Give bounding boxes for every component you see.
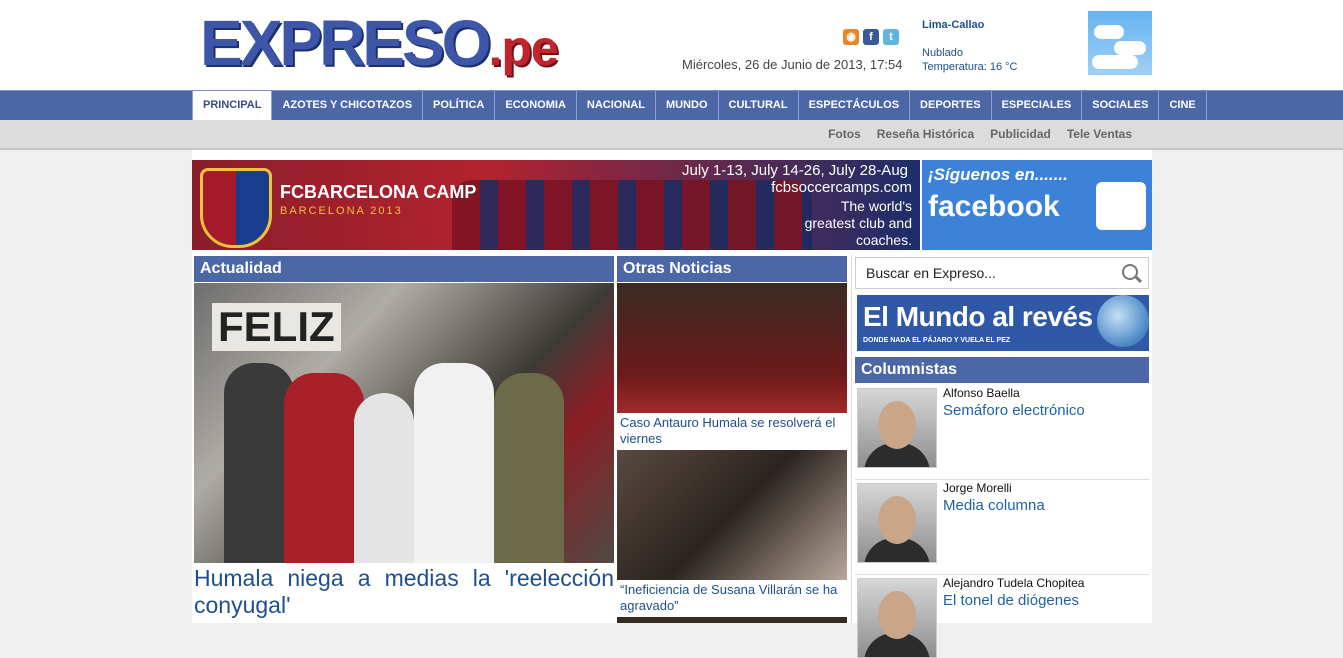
nav-item-sociales[interactable]: SOCIALES: [1081, 91, 1158, 120]
banner-subtitle: BARCELONA 2013: [280, 205, 403, 217]
nav-item-cultural[interactable]: CULTURAL: [717, 91, 798, 120]
players-image: [452, 180, 812, 250]
columnist-name: Jorge Morelli: [943, 481, 1012, 495]
fb-ad-line2: facebook: [928, 190, 1060, 223]
columnist-item[interactable]: Jorge Morelli Media columna: [855, 480, 1149, 575]
news-photo-villaran[interactable]: [617, 450, 847, 580]
weather-widget: Lima-Callao Nublado Temperatura: 16 °C: [922, 18, 1018, 74]
columnist-photo[interactable]: [857, 578, 937, 658]
weather-city[interactable]: Lima-Callao: [922, 18, 1018, 32]
facebook-follow-ad[interactable]: ¡Síguenos en....... facebook: [922, 160, 1152, 250]
sub-nav: Fotos Reseña Histórica Publicidad Tele V…: [0, 120, 1343, 150]
columnist-photo[interactable]: [857, 388, 937, 468]
mundo-subtitle: DONDE NADA EL PÁJARO Y VUELA EL PEZ: [863, 337, 1011, 344]
column-title-link[interactable]: Semáforo electrónico: [943, 402, 1085, 419]
banner-site: fcbsoccercamps.com: [771, 179, 912, 196]
otras-noticias-heading: Otras Noticias: [617, 256, 847, 282]
social-links: ◉ f t: [843, 29, 899, 45]
fb-ad-line1: ¡Síguenos en.......: [928, 165, 1068, 184]
columnist-name: Alejandro Tudela Chopitea: [943, 576, 1085, 590]
columnist-item[interactable]: Alejandro Tudela Chopitea El tonel de di…: [855, 575, 1149, 658]
column-title-link[interactable]: El tonel de diógenes: [943, 592, 1079, 609]
news-photo-antauro[interactable]: [617, 283, 847, 413]
nav-item-economia[interactable]: ECONOMIA: [494, 91, 576, 120]
nav-item-principal[interactable]: PRINCIPAL: [192, 91, 272, 120]
mundo-al-reves-banner[interactable]: El Mundo al revés DONDE NADA EL PÁJARO Y…: [857, 295, 1149, 351]
banner-brand: FCBARCELONA CAMP: [280, 182, 477, 202]
nav-item-espectaculos[interactable]: ESPECTÁCULOS: [797, 91, 909, 120]
news-caption-villaran[interactable]: “Ineficiencia de Susana Villarán se ha a…: [620, 582, 845, 614]
search-input[interactable]: [864, 264, 1108, 282]
actualidad-photo[interactable]: FELIZ: [194, 283, 614, 563]
main-nav: PRINCIPAL AZOTES Y CHICOTAZOS POLÍTICA E…: [0, 90, 1343, 120]
rss-icon[interactable]: ◉: [843, 29, 859, 45]
subnav-item-fotos[interactable]: Fotos: [828, 120, 861, 148]
banner-dates: July 1-13, July 14-26, July 28-Aug: [682, 162, 908, 179]
fcb-crest-icon: [200, 168, 272, 248]
columnist-name: Alfonso Baella: [943, 386, 1020, 400]
subnav-item-televentas[interactable]: Tele Ventas: [1067, 120, 1132, 148]
weather-temperature: Temperatura: 16 °C: [922, 61, 1018, 73]
search-icon[interactable]: [1122, 264, 1138, 280]
news-photo-next[interactable]: [617, 617, 847, 623]
news-caption-antauro[interactable]: Caso Antauro Humala se resolverá el vier…: [620, 415, 845, 447]
columnist-item[interactable]: Alfonso Baella Semáforo electrónico: [855, 385, 1149, 480]
mundo-title: El Mundo al revés: [863, 301, 1093, 332]
globe-icon: [1097, 295, 1149, 347]
thumbs-up-icon: [1096, 182, 1146, 230]
actualidad-heading: Actualidad: [194, 256, 614, 282]
nav-item-mundo[interactable]: MUNDO: [654, 91, 718, 120]
actualidad-headline[interactable]: Humala niega a medias la 'reelección con…: [194, 565, 614, 619]
fcb-camp-ad-banner[interactable]: FCBARCELONA CAMP BARCELONA 2013 July 1-1…: [192, 160, 920, 250]
columnistas-heading: Columnistas: [855, 357, 1149, 383]
site-header: EXPRESO.pe ◉ f t Miércoles, 26 de Junio …: [0, 0, 1343, 90]
nav-item-especiales[interactable]: ESPECIALES: [990, 91, 1082, 120]
nav-item-nacional[interactable]: NACIONAL: [575, 91, 655, 120]
facebook-icon[interactable]: f: [863, 29, 879, 45]
site-logo[interactable]: EXPRESO.pe: [200, 8, 559, 83]
column-divider: [851, 255, 852, 623]
banner-tagline: The world's greatest club and coaches.: [804, 198, 912, 248]
twitter-icon[interactable]: t: [883, 29, 899, 45]
columnist-photo[interactable]: [857, 483, 937, 563]
nav-item-azotes[interactable]: AZOTES Y CHICOTAZOS: [271, 91, 422, 120]
search-box: [855, 257, 1149, 289]
subnav-item-publicidad[interactable]: Publicidad: [990, 120, 1051, 148]
nav-item-deportes[interactable]: DEPORTES: [909, 91, 991, 120]
subnav-item-resena[interactable]: Reseña Histórica: [877, 120, 974, 148]
column-title-link[interactable]: Media columna: [943, 497, 1045, 514]
photo-sign-text: FELIZ: [212, 303, 341, 351]
weather-condition: Nublado: [922, 47, 963, 59]
nav-item-politica[interactable]: POLÍTICA: [422, 91, 494, 120]
cloudy-weather-icon: [1088, 11, 1152, 75]
current-date: Miércoles, 26 de Junio de 2013, 17:54: [682, 57, 903, 72]
nav-item-cine[interactable]: CINE: [1158, 91, 1207, 120]
